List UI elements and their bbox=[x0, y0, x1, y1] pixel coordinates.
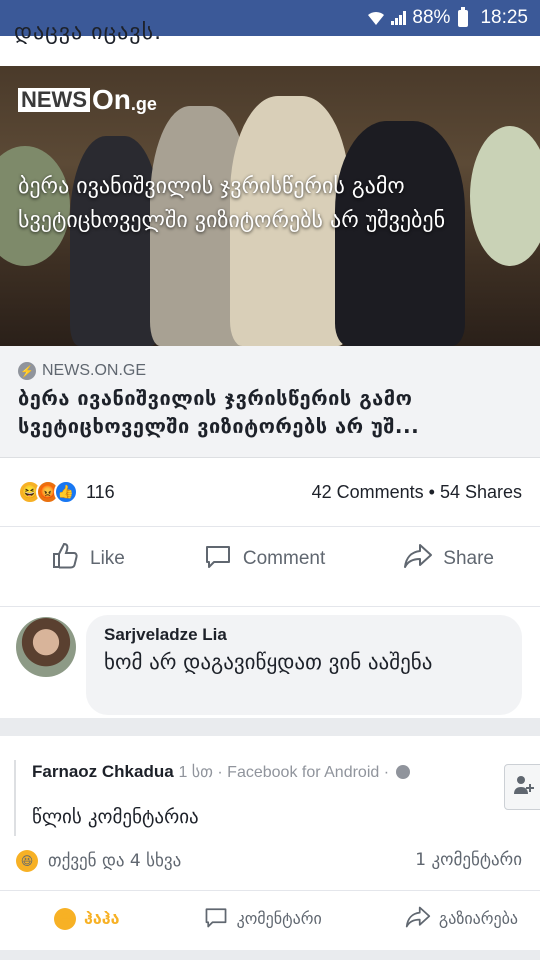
like-reaction-icon: 👍 bbox=[54, 480, 78, 504]
link-preview-info[interactable]: ⚡ NEWS.ON.GE ბერა ივანიშვილის ჯვრისწერის… bbox=[0, 346, 540, 458]
comment-button[interactable]: კომენტარი bbox=[203, 904, 322, 934]
share-label: Share bbox=[443, 547, 494, 569]
share-arrow-icon bbox=[405, 904, 431, 934]
haha-label: ჰაჰა bbox=[84, 909, 120, 928]
post-meta: 1 სთ · Facebook for Android · bbox=[178, 764, 390, 781]
thumbs-up-icon bbox=[50, 541, 80, 577]
comment-bubble[interactable]: Sarjveladze Lia ხომ არ დაგავიწყდათ ვინ ა… bbox=[86, 615, 522, 715]
post-actions: Like Comment Share bbox=[0, 526, 540, 590]
comment-label: Comment bbox=[242, 547, 326, 569]
news-on-ge-logo: NEWS On .ge bbox=[18, 84, 157, 116]
clock: 18:25 bbox=[480, 7, 528, 28]
haha-reaction-icon: 😆 bbox=[16, 850, 38, 872]
globe-icon bbox=[395, 765, 410, 779]
link-source: NEWS.ON.GE bbox=[42, 362, 147, 379]
commenter-name[interactable]: Sarjveladze Lia bbox=[104, 625, 504, 645]
comment-text: ხომ არ დაგავიწყდათ ვინ ააშენა bbox=[104, 650, 433, 674]
comment-item: Sarjveladze Lia ხომ არ დაგავიწყდათ ვინ ა… bbox=[0, 606, 540, 718]
link-preview-image[interactable]: NEWS On .ge ბერა ივანიშვილის ჯვრისწერის … bbox=[0, 66, 540, 346]
comment-bubble-icon bbox=[203, 904, 229, 934]
link-title-line1: ბერა ივანიშვილის ჯვრისწერის გამო bbox=[18, 386, 413, 410]
post-header: Farnaoz Chkadua 1 სთ · Facebook for Andr… bbox=[32, 762, 410, 782]
shared-post-card: Farnaoz Chkadua 1 სთ · Facebook for Andr… bbox=[0, 736, 540, 950]
post-text-cut: დაცვა იცავს. bbox=[14, 20, 163, 45]
image-headline: ბერა ივანიშვილის ჯვრისწერის გამო სვეტიცხ… bbox=[18, 174, 446, 233]
post-stats: 😆 😡 👍 116 42 Comments • 54 Shares bbox=[0, 476, 540, 508]
reactions-text: თქვენ და 4 სხვა bbox=[48, 851, 182, 871]
link-title-line2: სვეტიცხოველში ვიზიტორებს არ უშ... bbox=[18, 414, 420, 438]
comment-label: კომენტარი bbox=[236, 909, 322, 928]
reactions-summary[interactable]: 😆 😡 👍 116 bbox=[18, 480, 115, 504]
like-button[interactable]: Like bbox=[50, 541, 125, 577]
post-text: წლის კომენტარია bbox=[32, 806, 199, 828]
share-button[interactable]: გაზიარება bbox=[405, 904, 518, 934]
shared-link-post: დაცვა იცავს. NEWS On .ge ბერა ივანიშვილი… bbox=[0, 20, 540, 718]
signal-icon bbox=[391, 11, 407, 25]
quote-divider bbox=[14, 760, 16, 836]
author-name[interactable]: Farnaoz Chkadua bbox=[32, 762, 174, 781]
share-arrow-icon bbox=[403, 541, 433, 577]
comments-count[interactable]: 42 Comments bbox=[312, 482, 424, 502]
comments-count[interactable]: 1 კომენტარი bbox=[415, 850, 522, 872]
battery-percent: 88% bbox=[412, 7, 451, 28]
add-friend-icon bbox=[513, 774, 535, 800]
share-label: გაზიარება bbox=[438, 909, 518, 928]
like-label: Like bbox=[90, 547, 125, 569]
battery-icon bbox=[458, 6, 469, 27]
haha-icon: 😆 bbox=[54, 907, 76, 930]
reactions-summary[interactable]: 😆 თქვენ და 4 სხვა bbox=[16, 850, 181, 872]
instant-article-icon: ⚡ bbox=[18, 362, 36, 380]
reaction-count: 116 bbox=[86, 481, 115, 502]
wifi-icon bbox=[367, 10, 385, 26]
haha-button[interactable]: 😆 ჰაჰა bbox=[54, 907, 120, 930]
add-friend-button[interactable] bbox=[504, 764, 540, 810]
share-button[interactable]: Share bbox=[403, 541, 494, 577]
comment-button[interactable]: Comment bbox=[203, 541, 325, 577]
avatar[interactable] bbox=[16, 617, 76, 677]
shares-count[interactable]: 54 Shares bbox=[440, 482, 522, 502]
post-stats: 😆 თქვენ და 4 სხვა 1 კომენტარი bbox=[0, 850, 540, 872]
comment-bubble-icon bbox=[203, 541, 233, 577]
post-actions: 😆 ჰაჰა კომენტარი გაზიარება bbox=[0, 890, 540, 946]
